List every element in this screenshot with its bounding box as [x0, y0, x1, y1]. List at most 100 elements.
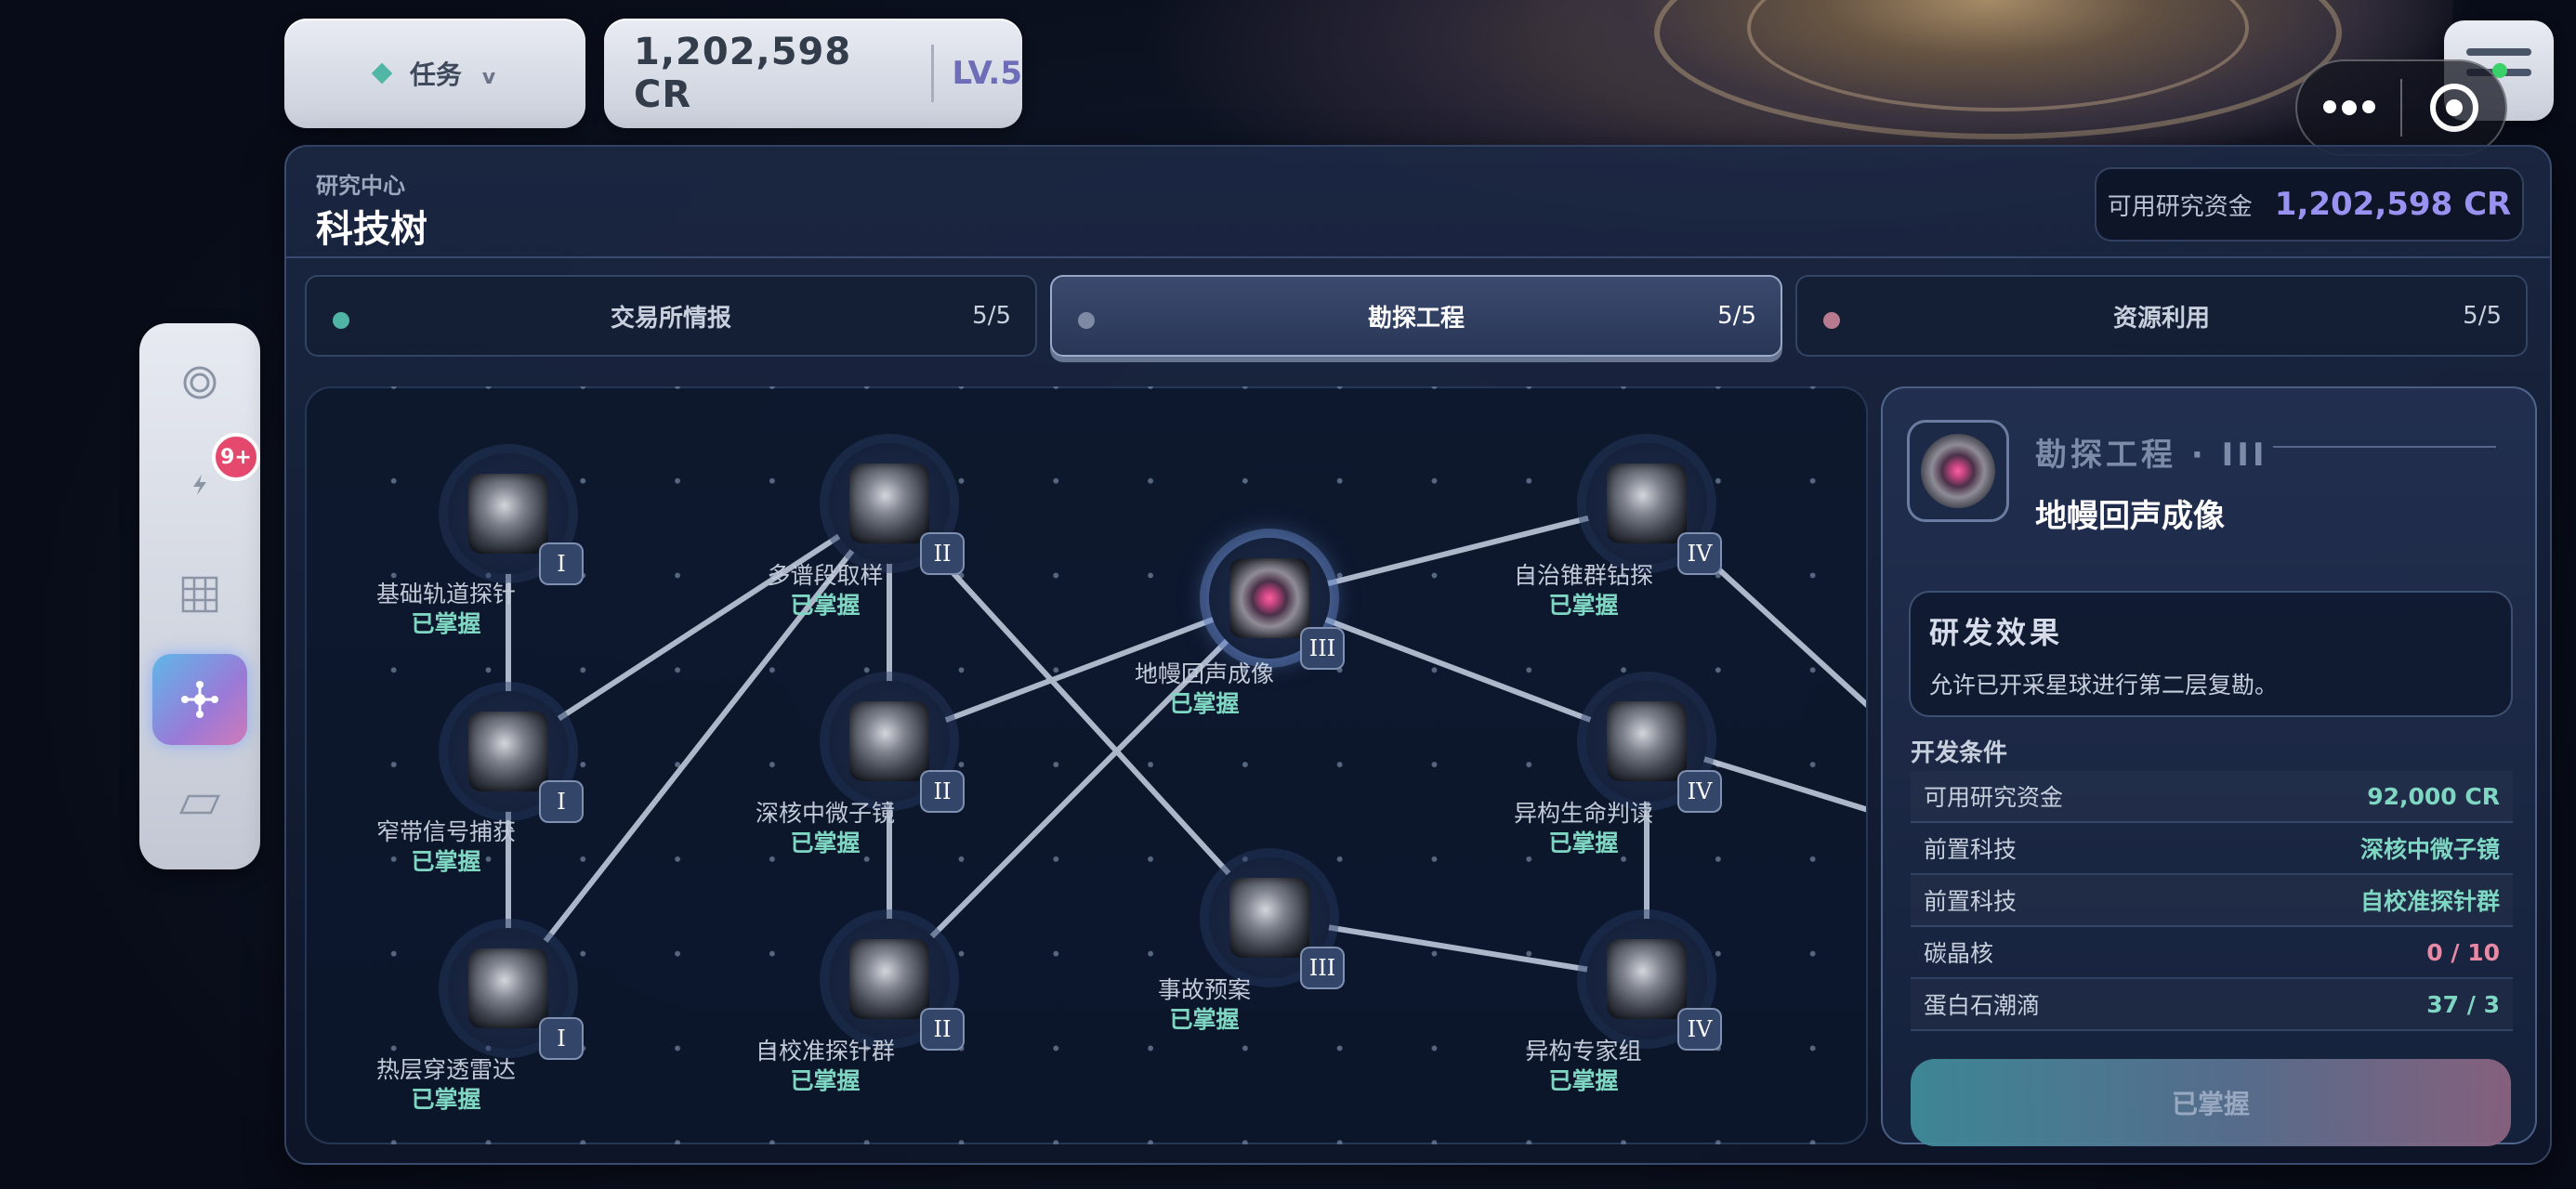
tab-label: 资源利用: [2112, 304, 2210, 333]
mantle-core-icon: [1921, 434, 1995, 508]
requirement-label: 前置科技: [1924, 836, 2017, 863]
level-value: LV.5: [952, 55, 1023, 92]
requirement-row: 可用研究资金 92,000 CR: [1911, 771, 2513, 823]
node-label: 自治锥群钻探: [1513, 562, 1653, 589]
node-label: 地幔回声成像: [1134, 660, 1274, 687]
expert-team-icon: [1607, 939, 1687, 1019]
node-status: 已掌握: [790, 592, 861, 619]
target-icon[interactable]: [139, 336, 260, 429]
tech-node-accident-plan[interactable]: III: [1209, 857, 1345, 989]
chevron-down-icon: v: [481, 65, 496, 89]
tech-node-autonomous-drill-swarm[interactable]: IV: [1586, 443, 1722, 575]
mini-program-capsule: [2295, 59, 2507, 156]
tech-tree-canvas[interactable]: I 基础轨道探针 已掌握 I 窄带信号捕获 已掌握 I 热层穿透雷达 已掌握 I…: [305, 386, 1868, 1144]
notification-badge: 9+: [212, 433, 260, 481]
node-status: 已掌握: [1548, 592, 1619, 619]
effect-text: 允许已开采星球进行第二层复勘。: [1929, 672, 2279, 699]
node-label: 自校准探针群: [755, 1038, 895, 1065]
credits-value: 1,202,598 CR: [634, 31, 852, 116]
card-icon[interactable]: [139, 758, 260, 851]
tech-node-xenolife-interpretation[interactable]: IV: [1586, 681, 1722, 813]
requirement-label: 蛋白石潮滴: [1924, 992, 2041, 1019]
tech-node-self-calibrating-probes[interactable]: II: [829, 919, 965, 1051]
tech-detail-card: 勘探工程 · III 地幔回声成像 研发效果 允许已开采星球进行第二层复勘。 开…: [1881, 386, 2537, 1146]
tab-label: 勘探工程: [1367, 304, 1465, 333]
tab-label: 交易所情报: [610, 304, 731, 333]
node-label: 事故预案: [1157, 976, 1251, 1003]
node-label: 多谱段取样: [767, 562, 884, 589]
node-label: 基础轨道探针: [375, 581, 516, 608]
mission-label: 任务: [409, 59, 462, 90]
tech-node-basic-orbit-probe[interactable]: I: [448, 453, 584, 585]
tech-node-mantle-echo-imaging[interactable]: III: [1209, 538, 1345, 670]
requirement-row: 前置科技 自校准探针群: [1911, 875, 2513, 927]
node-status: 已掌握: [1169, 1006, 1240, 1033]
requirement-row: 蛋白石潮滴 37 / 3: [1911, 979, 2513, 1031]
tab-resource-utilization[interactable]: 资源利用 5/5: [1795, 275, 2528, 357]
left-sidebar: [139, 323, 260, 869]
node-label: 深核中微子镜: [755, 800, 895, 827]
bio-scanner-icon: [1607, 701, 1687, 781]
tool-line: [2466, 48, 2531, 56]
effect-title: 研发效果: [1929, 615, 2064, 650]
tab-dot: [333, 312, 349, 329]
effect-box: 研发效果 允许已开采星球进行第二层复勘。: [1909, 591, 2513, 717]
node-label: 异构生命判读: [1513, 800, 1653, 827]
node-status: 已掌握: [790, 830, 861, 856]
node-label: 异构专家组: [1525, 1038, 1642, 1065]
tab-count: 5/5: [2463, 302, 2502, 330]
satellite-dish-icon: [468, 712, 548, 791]
requirement-value: 自校准探针群: [2359, 888, 2500, 915]
tab-dot: [1823, 312, 1840, 329]
node-status: 已掌握: [790, 1067, 861, 1094]
network-icon[interactable]: [152, 654, 247, 745]
radar-icon: [468, 948, 548, 1028]
tech-node-xeno-expert-team[interactable]: IV: [1586, 919, 1722, 1051]
requirement-label: 可用研究资金: [1924, 784, 2064, 811]
close-target-icon[interactable]: [2402, 84, 2505, 132]
requirements-title: 开发条件: [1911, 739, 2008, 767]
node-status: 已掌握: [411, 1086, 481, 1113]
node-label: 窄带信号捕获: [375, 818, 516, 845]
fund-display: 可用研究资金 1,202,598 CR: [2095, 167, 2524, 242]
requirement-label: 前置科技: [1924, 888, 2017, 915]
tab-dot: [1078, 312, 1095, 329]
tab-count: 5/5: [972, 302, 1011, 330]
node-status: 已掌握: [411, 610, 481, 637]
neutrino-lens-icon: [849, 701, 929, 781]
mission-button[interactable]: 任务 v: [284, 19, 585, 128]
probe-icon: [468, 474, 548, 554]
tech-node-narrowband-signal[interactable]: I: [448, 691, 584, 823]
drill-icon: [1607, 464, 1687, 543]
diamond-icon: [371, 62, 393, 85]
fund-value: 1,202,598 CR: [2274, 186, 2512, 223]
requirement-value: 0 / 10: [2426, 938, 2500, 966]
divider: [2273, 446, 2496, 448]
tech-node-multispectral-sampling[interactable]: II: [829, 443, 965, 575]
header-divider: [286, 256, 2550, 258]
mastered-button[interactable]: 已掌握: [1911, 1059, 2511, 1146]
node-status: 已掌握: [1169, 690, 1240, 717]
tech-panel: 研究中心 科技树 可用研究资金 1,202,598 CR 交易所情报 5/5 勘…: [284, 145, 2552, 1165]
requirement-value: 37 / 3: [2426, 990, 2500, 1018]
tech-node-thermosphere-radar[interactable]: I: [448, 928, 584, 1060]
tab-exploration-engineering[interactable]: 勘探工程 5/5: [1050, 275, 1782, 357]
fund-label: 可用研究资金: [2107, 192, 2253, 221]
node-status: 已掌握: [1548, 830, 1619, 856]
credits-pill: 1,202,598 CR LV.5: [604, 19, 1022, 128]
more-icon[interactable]: [2297, 100, 2400, 115]
page-title: 科技树: [316, 208, 427, 251]
node-label: 热层穿透雷达: [375, 1056, 516, 1083]
sampler-icon: [849, 464, 929, 543]
tab-exchange-intel[interactable]: 交易所情报 5/5: [305, 275, 1037, 357]
emergency-kit-icon: [1229, 878, 1309, 958]
tech-node-deep-core-neutrino[interactable]: II: [829, 681, 965, 813]
divider: [930, 45, 934, 102]
mantle-core-icon: [1229, 558, 1309, 638]
node-status: 已掌握: [1548, 1067, 1619, 1094]
probe-swarm-icon: [849, 939, 929, 1019]
grid-icon[interactable]: [139, 548, 260, 641]
selected-tech-image: [1907, 420, 2009, 522]
tab-count: 5/5: [1717, 302, 1756, 330]
node-status: 已掌握: [411, 848, 481, 875]
